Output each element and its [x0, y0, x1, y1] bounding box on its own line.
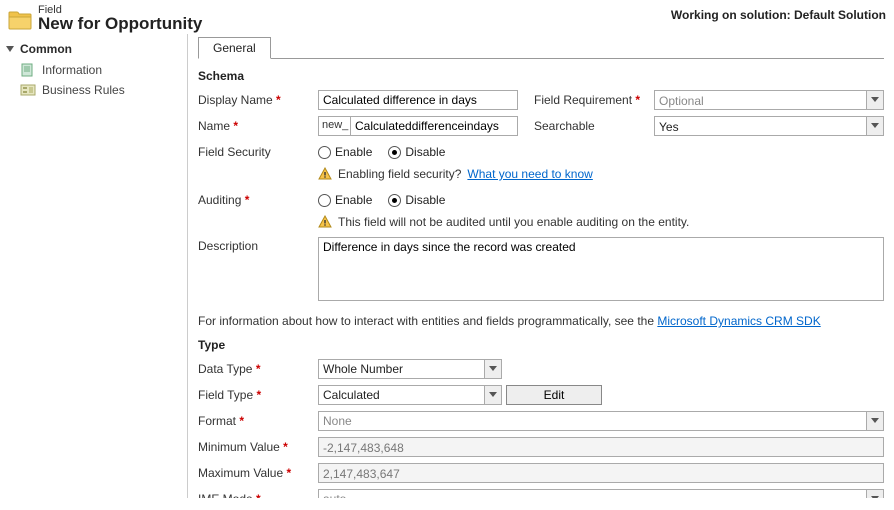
- name-label: Name: [198, 119, 318, 133]
- field-requirement-label: Field Requirement: [534, 93, 654, 107]
- section-schema-title: Schema: [198, 69, 884, 83]
- chevron-down-icon: [6, 46, 14, 52]
- auditing-label: Auditing: [198, 193, 318, 207]
- ime-mode-label: IME Mode: [198, 492, 318, 498]
- section-type-title: Type: [198, 338, 884, 352]
- sidebar-item-information[interactable]: Information: [4, 60, 187, 80]
- auditing-warning: This field will not be audited until you…: [318, 215, 884, 229]
- warning-icon: [318, 215, 332, 229]
- display-name-label: Display Name: [198, 93, 318, 107]
- field-security-enable-radio[interactable]: Enable: [318, 145, 372, 159]
- warning-icon: [318, 167, 332, 181]
- sidebar: Common Information Business Rules: [0, 34, 188, 498]
- name-prefix: new_: [318, 116, 350, 136]
- sdk-info-line: For information about how to interact wi…: [198, 314, 884, 328]
- display-name-input[interactable]: [318, 90, 518, 110]
- ime-mode-select[interactable]: auto: [318, 489, 884, 498]
- chevron-down-icon: [484, 360, 501, 378]
- field-security-help-link[interactable]: What you need to know: [467, 167, 592, 181]
- sdk-link[interactable]: Microsoft Dynamics CRM SDK: [657, 314, 820, 328]
- folder-icon: [8, 10, 32, 30]
- auditing-disable-radio[interactable]: Disable: [388, 193, 445, 207]
- searchable-select[interactable]: Yes: [654, 116, 884, 136]
- edit-button[interactable]: Edit: [506, 385, 602, 405]
- tab-strip: General: [198, 36, 884, 59]
- solution-label: Working on solution: Default Solution: [671, 8, 886, 22]
- chevron-down-icon: [866, 490, 883, 498]
- content-pane: General Schema Display Name Field Requir…: [188, 34, 894, 498]
- field-security-warning: Enabling field security? What you need t…: [318, 167, 884, 181]
- field-type-select[interactable]: Calculated: [318, 385, 502, 405]
- tab-general[interactable]: General: [198, 37, 271, 59]
- field-security-disable-radio[interactable]: Disable: [388, 145, 445, 159]
- chevron-down-icon: [866, 91, 883, 109]
- sidebar-item-business-rules[interactable]: Business Rules: [4, 80, 187, 100]
- format-label: Format: [198, 414, 318, 428]
- chevron-down-icon: [866, 412, 883, 430]
- rules-icon: [20, 83, 36, 97]
- sidebar-item-label: Information: [42, 63, 102, 77]
- title-block: Field New for Opportunity: [38, 4, 202, 34]
- field-security-label: Field Security: [198, 145, 318, 159]
- data-type-label: Data Type: [198, 362, 318, 376]
- auditing-enable-radio[interactable]: Enable: [318, 193, 372, 207]
- data-type-select[interactable]: Whole Number: [318, 359, 502, 379]
- header-bar: Field New for Opportunity Working on sol…: [0, 0, 894, 34]
- minimum-value-readonly: -2,147,483,648: [318, 437, 884, 457]
- chevron-down-icon: [484, 386, 501, 404]
- sidebar-group-common[interactable]: Common: [4, 40, 187, 60]
- maximum-value-label: Maximum Value: [198, 466, 318, 480]
- description-label: Description: [198, 237, 318, 253]
- name-input[interactable]: [350, 116, 518, 136]
- field-type-label: Field Type: [198, 388, 318, 402]
- document-icon: [20, 63, 36, 77]
- maximum-value-readonly: 2,147,483,647: [318, 463, 884, 483]
- searchable-label: Searchable: [534, 119, 654, 133]
- description-input[interactable]: [318, 237, 884, 301]
- sidebar-group-label: Common: [20, 42, 72, 56]
- format-select[interactable]: None: [318, 411, 884, 431]
- minimum-value-label: Minimum Value: [198, 440, 318, 454]
- page-title: New for Opportunity: [38, 14, 202, 34]
- chevron-down-icon: [866, 117, 883, 135]
- field-requirement-select[interactable]: Optional: [654, 90, 884, 110]
- sidebar-item-label: Business Rules: [42, 83, 125, 97]
